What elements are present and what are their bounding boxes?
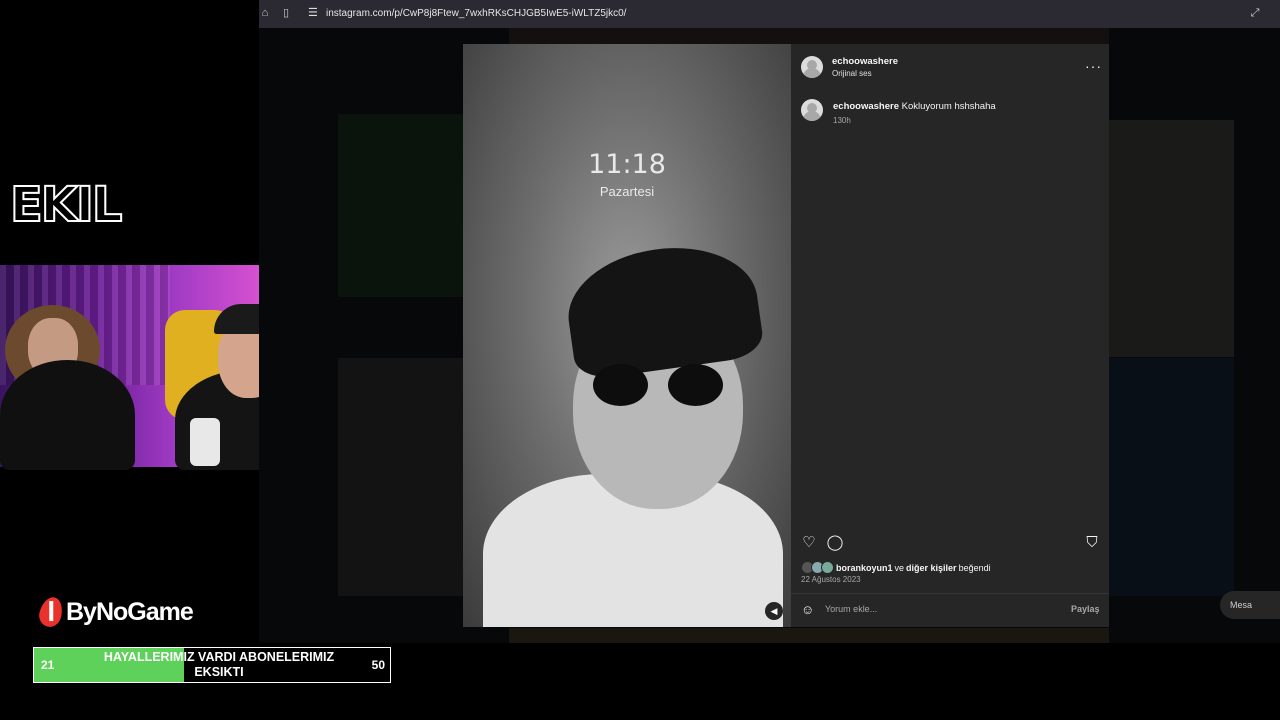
video-subject-sunglasses xyxy=(593,364,723,409)
emoji-icon[interactable]: ☺ xyxy=(801,602,814,617)
likes-others[interactable]: diğer kişiler xyxy=(906,563,957,573)
address-bar: ⌂ ▯ ☰ instagram.com/p/CwP8j8Ftew_7wxhRKs… xyxy=(259,0,1280,28)
mute-toggle-icon[interactable]: ◀ xyxy=(765,602,783,620)
more-options-icon[interactable]: ··· xyxy=(1085,58,1102,74)
messages-label: Mesa xyxy=(1230,600,1253,610)
goal-text: HAYALLERIMIZ VARDI ABONELERIMIZ EKSIKTI xyxy=(103,650,335,679)
microphone xyxy=(190,418,220,466)
comment-icon[interactable]: ◯ xyxy=(826,534,844,552)
like-icon[interactable]: ♡ xyxy=(800,534,818,552)
comment-body: Kokluyorum hshshaha xyxy=(901,101,996,112)
url-text[interactable]: instagram.com/p/CwP8j8Ftew_7wxhRKsCHJGB5… xyxy=(326,8,626,19)
author-avatar[interactable] xyxy=(801,56,823,78)
author-username[interactable]: echoowashere xyxy=(832,56,898,67)
liker-avatar xyxy=(821,561,834,574)
likes-suffix: beğendi xyxy=(958,562,991,573)
lockscreen-day: Pazartesi xyxy=(599,184,655,199)
screenshot-icon[interactable]: ⤢ xyxy=(1249,7,1261,19)
site-settings-icon[interactable]: ☰ xyxy=(308,6,322,20)
divider xyxy=(791,593,1109,594)
sponsor-name: ByNoGame xyxy=(66,597,194,626)
likes-summary[interactable]: borankoyun1 ve diğer kişiler beğendi xyxy=(801,561,991,574)
home-icon[interactable]: ⌂ xyxy=(259,7,271,19)
post-date: 22 Ağustos 2023 xyxy=(801,575,861,584)
channel-logo: EKIL xyxy=(9,177,123,233)
goal-target: 50 xyxy=(371,658,385,672)
messages-button[interactable]: Mesa xyxy=(1220,591,1280,619)
subscriber-goal-bar: 21 HAYALLERIMIZ VARDI ABONELERIMIZ EKSIK… xyxy=(33,647,391,683)
post-side-panel: echoowashere Orijinal ses ··· echoowashe… xyxy=(791,44,1109,627)
likes-connector: ve xyxy=(894,562,905,573)
browser-window: ⌂ ▯ ☰ instagram.com/p/CwP8j8Ftew_7wxhRKs… xyxy=(259,0,1280,643)
caption-comment: echoowashere Kokluyorum hshshaha xyxy=(833,101,996,112)
commenter-avatar[interactable] xyxy=(801,99,823,121)
lockscreen-time: 11:18 xyxy=(588,149,666,180)
share-button[interactable]: Paylaş xyxy=(1071,604,1100,614)
reader-view-icon[interactable]: ▯ xyxy=(280,7,292,19)
bynogame-icon xyxy=(36,594,66,630)
comment-input[interactable] xyxy=(825,604,1025,614)
comment-username[interactable]: echoowashere xyxy=(833,101,899,112)
goal-current: 21 xyxy=(41,658,55,672)
video-subject-cap xyxy=(560,236,766,382)
save-bookmark-icon[interactable]: ⛉ xyxy=(1083,534,1101,552)
audio-label[interactable]: Orijinal ses xyxy=(832,69,872,78)
comment-age: 130h xyxy=(833,116,851,125)
sponsor-logo: ByNoGame xyxy=(36,594,194,630)
post-media[interactable]: 11:18 Pazartesi ◀ xyxy=(463,44,791,627)
webcam-person-left xyxy=(0,360,135,470)
liker-username[interactable]: borankoyun1 xyxy=(836,563,893,573)
